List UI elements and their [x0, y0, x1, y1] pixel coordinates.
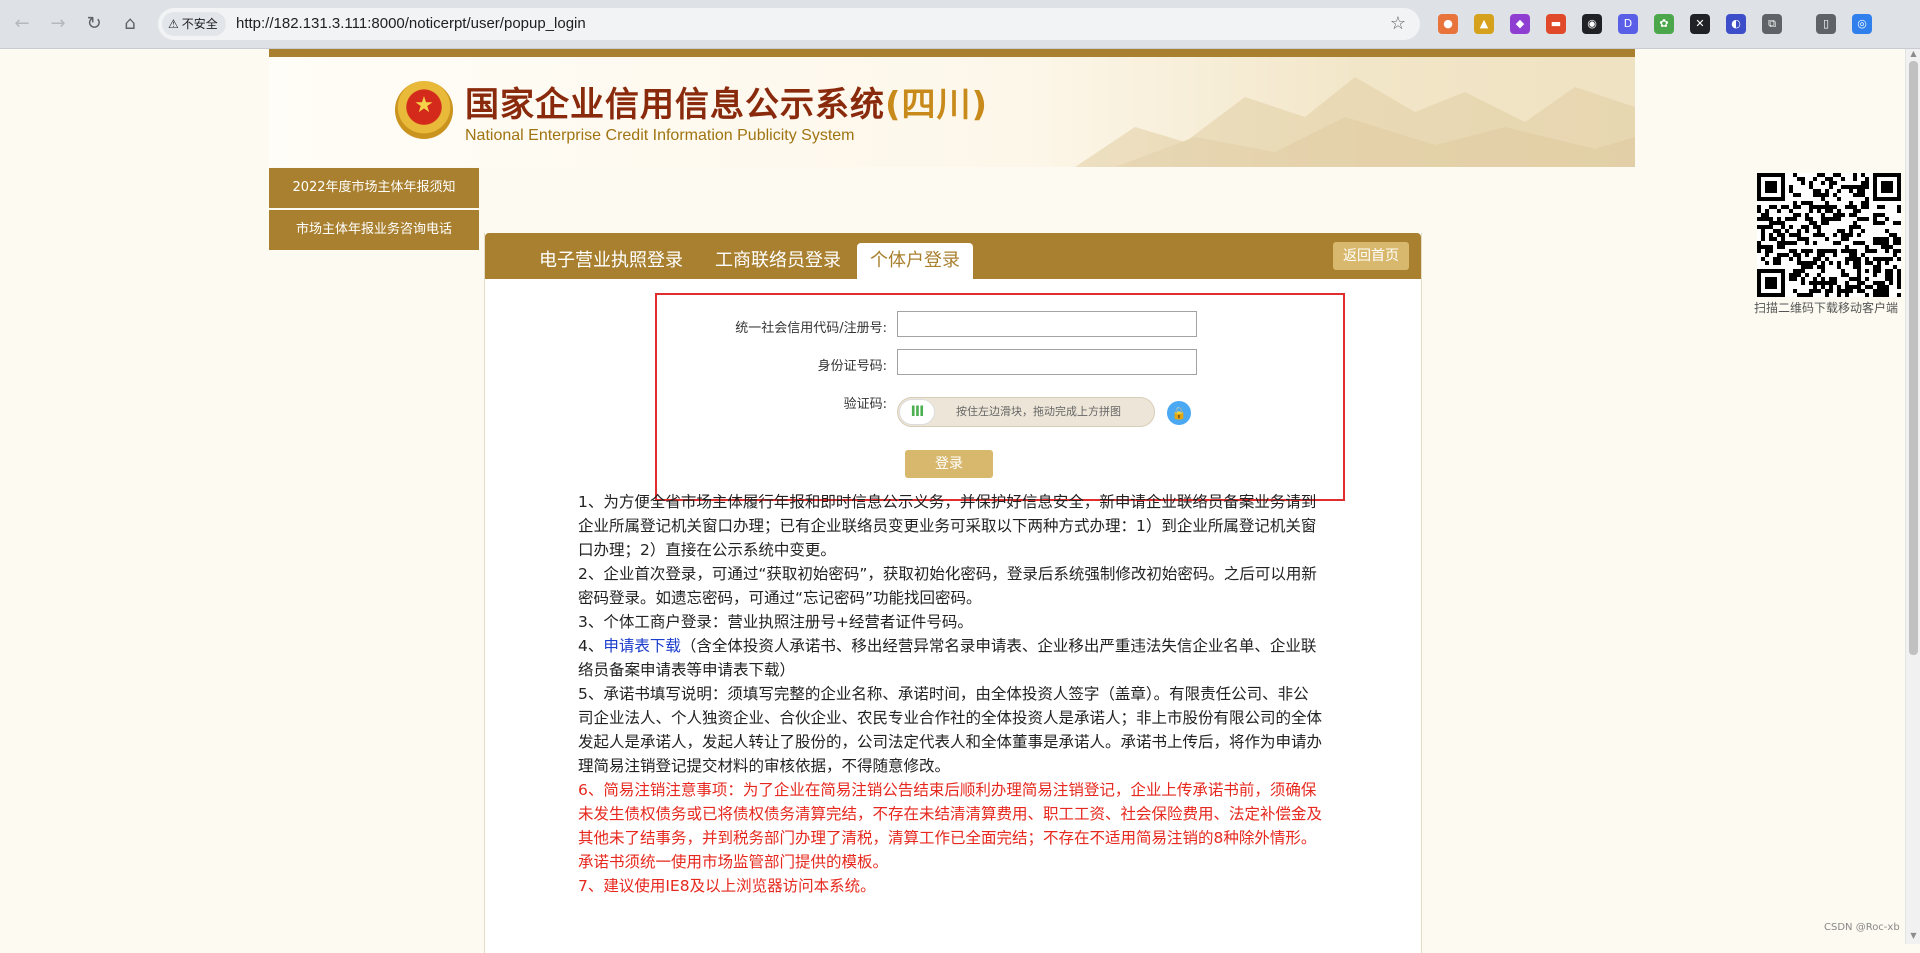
extension-icon[interactable]: ◎ — [1852, 14, 1872, 34]
extension-icon[interactable]: ◐ — [1726, 14, 1746, 34]
extension-icon[interactable]: ● — [1438, 14, 1458, 34]
extension-icon[interactable]: ⧉ — [1762, 14, 1782, 34]
warning-icon: ⚠ — [168, 17, 179, 31]
extension-icon[interactable]: ◉ — [1582, 14, 1602, 34]
extension-icon[interactable]: ◆ — [1510, 14, 1530, 34]
url-text[interactable]: http://182.131.3.111:8000/noticerpt/user… — [236, 8, 586, 40]
mountain-background — [1075, 77, 1635, 167]
insecure-badge[interactable]: ⚠ 不安全 — [162, 12, 226, 36]
login-form: 统一社会信用代码/注册号: 身份证号码: 验证码: III 按住左边滑块，拖动完… — [655, 293, 1345, 501]
note-1: 1、为方便全省市场主体履行年报和即时信息公示义务，并保护好信息安全，新申请企业联… — [578, 493, 1317, 559]
site-title: 国家企业信用信息公示系统(四川) — [465, 85, 989, 125]
note-2: 2、企业首次登录，可通过“获取初始密码”，获取初始化密码，登录后系统强制修改初始… — [578, 565, 1317, 607]
id-number-input[interactable] — [897, 349, 1197, 375]
bookmark-star-icon[interactable]: ☆ — [1390, 8, 1406, 40]
extension-icon[interactable]: D — [1618, 14, 1638, 34]
page-scrollbar[interactable]: ▲ ▼ — [1905, 49, 1920, 944]
login-button[interactable]: 登录 — [905, 450, 993, 478]
tab-liaison-login[interactable]: 工商联络员登录 — [702, 243, 854, 279]
extension-icon[interactable]: ✿ — [1654, 14, 1674, 34]
scroll-up-icon[interactable]: ▲ — [1909, 49, 1918, 58]
id-number-label: 身份证号码: — [817, 359, 887, 374]
extension-icon[interactable]: ▲ — [1474, 14, 1494, 34]
forward-icon[interactable]: → — [46, 12, 70, 36]
form-download-link[interactable]: 申请表下载 — [603, 637, 681, 655]
scroll-thumb[interactable] — [1909, 61, 1918, 655]
sidebar-item-consult-phone[interactable]: 市场主体年报业务咨询电话 — [269, 210, 479, 250]
qr-code — [1757, 173, 1901, 297]
note-5: 5、承诺书填写说明：须填写完整的企业名称、承诺时间，由全体投资人签字（盖章）。有… — [578, 685, 1323, 775]
home-icon[interactable]: ⌂ — [118, 12, 142, 36]
note-4: 4、申请表下载（含全体投资人承诺书、移出经营异常名录申请表、企业移出严重违法失信… — [578, 637, 1317, 679]
sidebar-item-annual-report-notice[interactable]: 2022年度市场主体年报须知 — [269, 168, 479, 208]
browser-toolbar: ← → ↻ ⌂ ⚠ 不安全 http://182.131.3.111:8000/n… — [0, 0, 1920, 49]
lock-icon: 🔒 — [1167, 401, 1191, 425]
tab-e-license-login[interactable]: 电子营业执照登录 — [526, 243, 696, 279]
extension-icon[interactable]: ▯ — [1816, 14, 1836, 34]
captcha-slider[interactable]: III 按住左边滑块，拖动完成上方拼图 — [897, 397, 1155, 427]
credit-code-label: 统一社会信用代码/注册号: — [735, 321, 887, 336]
page-content: ★ 国家企业信用信息公示系统(四川) National Enterprise C… — [0, 49, 1905, 953]
reload-icon[interactable]: ↻ — [82, 12, 106, 36]
note-7: 7、建议使用IE8及以上浏览器访问本系统。 — [578, 877, 876, 895]
login-panel: 电子营业执照登录 工商联络员登录 个体户登录 返回首页 统一社会信用代码/注册号… — [484, 233, 1422, 953]
note-3: 3、个体工商户登录：营业执照注册号+经营者证件号码。 — [578, 613, 973, 631]
province-label: (四川) — [885, 85, 989, 125]
site-header: ★ 国家企业信用信息公示系统(四川) National Enterprise C… — [269, 49, 1635, 167]
login-tabs: 电子营业执照登录 工商联络员登录 个体户登录 返回首页 — [485, 233, 1421, 279]
credit-code-input[interactable] — [897, 311, 1197, 337]
address-bar[interactable]: ⚠ 不安全 http://182.131.3.111:8000/noticerpt… — [158, 8, 1420, 40]
extension-icon[interactable]: ✕ — [1690, 14, 1710, 34]
scroll-down-icon[interactable]: ▼ — [1909, 931, 1918, 940]
tab-individual-login[interactable]: 个体户登录 — [857, 243, 973, 279]
login-notes: 1、为方便全省市场主体履行年报和即时信息公示义务，并保护好信息安全，新申请企业联… — [578, 490, 1324, 898]
slider-hint: 按住左边滑块，拖动完成上方拼图 — [956, 405, 1121, 418]
captcha-label: 验证码: — [843, 397, 887, 412]
qr-caption: 扫描二维码下载移动客户端 — [1754, 301, 1899, 315]
extension-icon[interactable]: ▬ — [1546, 14, 1566, 34]
note-6: 6、简易注销注意事项：为了企业在简易注销公告结束后顺利办理简易注销登记，企业上传… — [578, 781, 1323, 871]
watermark: CSDN @Roc-xb — [1824, 922, 1900, 933]
slider-handle[interactable]: III — [899, 399, 935, 425]
national-emblem-icon: ★ — [395, 81, 453, 139]
back-home-button[interactable]: 返回首页 — [1333, 242, 1409, 270]
back-icon[interactable]: ← — [10, 12, 34, 36]
site-title-en: National Enterprise Credit Information P… — [465, 127, 855, 144]
